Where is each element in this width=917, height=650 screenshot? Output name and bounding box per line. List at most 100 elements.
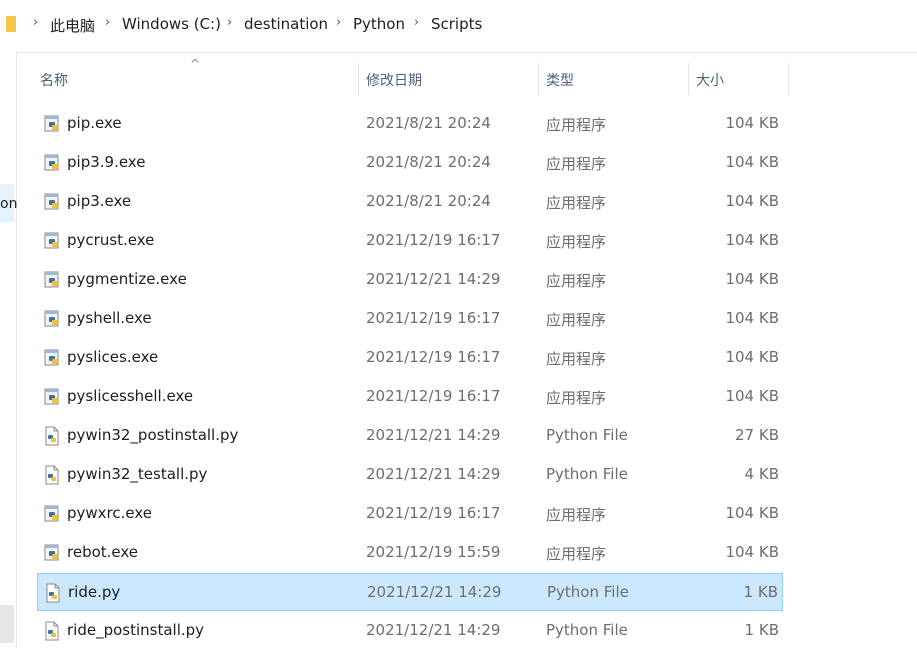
breadcrumb-item[interactable]: destination [244, 15, 328, 33]
file-type: Python File [547, 583, 629, 601]
file-modified-date: 2021/12/19 16:17 [366, 309, 501, 327]
column-header-type[interactable]: 类型 [546, 70, 574, 90]
file-type: Python File [546, 465, 628, 483]
file-modified-date: 2021/12/21 14:29 [366, 465, 501, 483]
nav-item-label: on [0, 196, 18, 212]
file-name: pygmentize.exe [67, 270, 187, 288]
file-size: 1 KB [744, 621, 779, 639]
file-modified-date: 2021/12/19 15:59 [366, 543, 501, 561]
file-name: pycrust.exe [67, 231, 155, 249]
file-type: Python File [546, 426, 628, 444]
file-row[interactable]: ride_postinstall.py 2021/12/21 14:29 Pytho… [37, 612, 783, 650]
exe-file-icon [43, 504, 61, 524]
navigation-pane[interactable]: on [0, 52, 17, 648]
file-type: 应用程序 [546, 389, 607, 407]
file-size: 104 KB [725, 348, 779, 366]
python-file-icon [44, 583, 62, 603]
file-row[interactable]: pywxrc.exe 2021/12/19 16:17 应用程序 104 KB [37, 495, 783, 533]
exe-file-icon [43, 231, 61, 251]
file-row[interactable]: pyslicesshell.exe 2021/12/19 16:17 应用程序 104… [37, 378, 783, 416]
exe-file-icon [43, 114, 61, 134]
chevron-right-icon[interactable]: › [336, 15, 341, 30]
file-modified-date: 2021/8/21 20:24 [366, 153, 491, 171]
chevron-right-icon[interactable]: › [227, 15, 232, 30]
file-type: 应用程序 [546, 155, 607, 173]
file-type: 应用程序 [546, 116, 607, 134]
folder-icon [6, 16, 16, 32]
file-size: 104 KB [725, 309, 779, 327]
file-row[interactable]: rebot.exe 2021/12/19 15:59 应用程序 104 KB [37, 534, 783, 572]
chevron-right-icon[interactable]: › [105, 15, 110, 30]
file-size: 1 KB [743, 583, 778, 601]
file-type: Python File [546, 621, 628, 639]
file-modified-date: 2021/12/19 16:17 [366, 387, 501, 405]
address-bar[interactable]: › 此电脑 › Windows (C:) › destination › Pyt… [0, 0, 917, 53]
file-type: 应用程序 [546, 272, 607, 290]
file-name: pywin32_postinstall.py [67, 426, 239, 444]
exe-file-icon [43, 192, 61, 212]
file-size: 104 KB [725, 192, 779, 210]
column-header-name[interactable]: 名称 [40, 70, 68, 90]
file-name: pip3.9.exe [67, 153, 146, 171]
exe-file-icon [43, 309, 61, 329]
file-modified-date: 2021/12/19 16:17 [366, 348, 501, 366]
file-size: 27 KB [735, 426, 779, 444]
file-type: 应用程序 [546, 194, 607, 212]
file-row[interactable]: pip3.exe 2021/8/21 20:24 应用程序 104 KB [37, 183, 783, 221]
file-type: 应用程序 [546, 545, 607, 563]
file-name: pip3.exe [67, 192, 132, 210]
exe-file-icon [43, 270, 61, 290]
column-header-size[interactable]: 大小 [696, 70, 724, 90]
column-divider[interactable] [358, 63, 359, 95]
file-row[interactable]: pip3.9.exe 2021/8/21 20:24 应用程序 104 KB [37, 144, 783, 182]
file-type: 应用程序 [546, 233, 607, 251]
file-row[interactable]: pycrust.exe 2021/12/19 16:17 应用程序 104 KB [37, 222, 783, 260]
file-modified-date: 2021/12/19 16:17 [366, 231, 501, 249]
column-header-date[interactable]: 修改日期 [366, 70, 422, 90]
python-file-icon [43, 465, 61, 485]
file-name: pyslicesshell.exe [67, 387, 194, 405]
file-size: 104 KB [725, 153, 779, 171]
file-row[interactable]: pywin32_testall.py 2021/12/21 14:29 Python… [37, 456, 783, 494]
breadcrumb-item[interactable]: Python [353, 15, 405, 33]
file-modified-date: 2021/8/21 20:24 [366, 192, 491, 210]
file-row[interactable]: ride.py 2021/12/21 14:29 Python File 1 KB [37, 573, 783, 611]
file-modified-date: 2021/12/21 14:29 [366, 621, 501, 639]
exe-file-icon [43, 387, 61, 407]
file-modified-date: 2021/12/21 14:29 [367, 583, 502, 601]
file-name: ride.py [68, 583, 121, 601]
chevron-right-icon[interactable]: › [33, 15, 38, 30]
file-row[interactable]: pygmentize.exe 2021/12/21 14:29 应用程序 104 KB [37, 261, 783, 299]
column-divider[interactable] [788, 63, 789, 95]
file-row[interactable]: pywin32_postinstall.py 2021/12/21 14:29 Py… [37, 417, 783, 455]
file-row[interactable]: pyshell.exe 2021/12/19 16:17 应用程序 104 KB [37, 300, 783, 338]
file-row[interactable]: pyslices.exe 2021/12/19 16:17 应用程序 104 KB [37, 339, 783, 377]
chevron-right-icon[interactable]: › [414, 15, 419, 30]
file-name: pyshell.exe [67, 309, 152, 327]
file-type: 应用程序 [546, 506, 607, 524]
exe-file-icon [43, 153, 61, 173]
file-name: rebot.exe [67, 543, 139, 561]
file-size: 104 KB [725, 387, 779, 405]
file-modified-date: 2021/12/21 14:29 [366, 426, 501, 444]
breadcrumb-item[interactable]: Windows (C:) [122, 15, 221, 33]
file-name: pip.exe [67, 114, 122, 132]
file-row[interactable]: pip.exe 2021/8/21 20:24 应用程序 104 KB [37, 105, 783, 143]
file-modified-date: 2021/8/21 20:24 [366, 114, 491, 132]
file-modified-date: 2021/12/19 16:17 [366, 504, 501, 522]
file-size: 104 KB [725, 543, 779, 561]
sort-ascending-icon: ^ [190, 57, 201, 71]
exe-file-icon [43, 543, 61, 563]
python-file-icon [43, 621, 61, 641]
exe-file-icon [43, 348, 61, 368]
column-divider[interactable] [538, 63, 539, 95]
column-divider[interactable] [688, 63, 689, 95]
breadcrumb-item[interactable]: Scripts [431, 15, 482, 33]
breadcrumb-item[interactable]: 此电脑 [50, 15, 95, 36]
file-name: pywin32_testall.py [67, 465, 208, 483]
file-size: 104 KB [725, 504, 779, 522]
file-size: 104 KB [725, 231, 779, 249]
nav-scrollbar-thumb[interactable] [0, 605, 14, 643]
file-type: 应用程序 [546, 311, 607, 329]
file-modified-date: 2021/12/21 14:29 [366, 270, 501, 288]
